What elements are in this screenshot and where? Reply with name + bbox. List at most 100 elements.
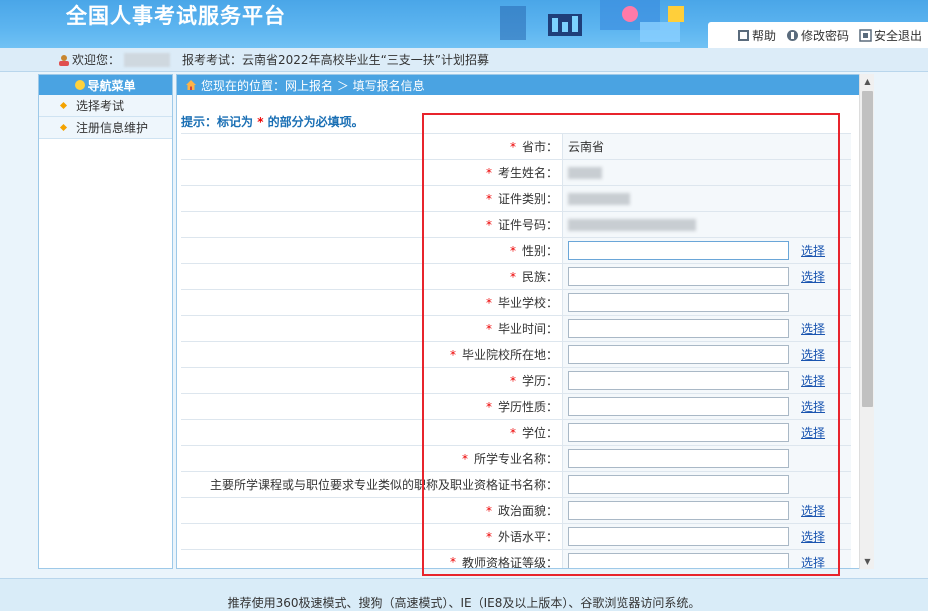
form-row-school: * 毕业学校： xyxy=(181,289,851,315)
form-value: 选择 xyxy=(563,420,851,445)
required-star: * xyxy=(485,165,492,180)
form-label: * 考生姓名： xyxy=(181,160,563,185)
tip-suffix: 的部分为必填项。 xyxy=(267,115,364,129)
sidebar-item-select-exam[interactable]: 选择考试 xyxy=(39,95,172,117)
sidebar-item-registration-info[interactable]: 注册信息维护 xyxy=(39,117,172,139)
registration-form: * 省市： 云南省 * 考生姓名： * 证件类别： * 证件号码： * 性别： 选择 * 民… xyxy=(181,133,851,569)
degree-choose-link[interactable]: 选择 xyxy=(801,424,825,441)
username-redacted xyxy=(124,52,171,67)
form-value xyxy=(563,160,851,185)
required-star: * xyxy=(485,295,492,310)
form-row-major: * 所学专业名称： xyxy=(181,445,851,471)
logout-link-label: 安全退出 xyxy=(873,28,922,43)
scroll-up-arrow-icon[interactable]: ▲ xyxy=(860,74,875,89)
footer: 推荐使用360极速模式、搜狗（高速模式）、IE（IE8及以上版本）、谷歌浏览器访… xyxy=(0,578,928,611)
help-icon xyxy=(737,29,749,41)
form-label: * 学历： xyxy=(181,368,563,393)
courses-certificates-input[interactable] xyxy=(568,475,789,494)
welcome-greeting: 欢迎您： xyxy=(72,53,121,67)
required-star: * xyxy=(509,243,516,258)
graduation-time-input[interactable] xyxy=(568,319,789,338)
logout-icon xyxy=(859,28,872,42)
form-label: * 证件类别： xyxy=(181,186,563,211)
education-choose-link[interactable]: 选择 xyxy=(801,372,825,389)
home-icon xyxy=(186,80,196,90)
major-input[interactable] xyxy=(568,449,789,468)
main-panel: 您现在的位置：网上报名 ＞ 填写报名信息 提示：标记为 * 的部分为必填项。 *… xyxy=(176,74,874,569)
form-row-courses-certificates: 主要所学课程或与职位要求专业类似的职称及职业资格证书名称： xyxy=(181,471,851,497)
bullet-icon xyxy=(59,101,68,110)
political-status-choose-link[interactable]: 选择 xyxy=(801,502,825,519)
nav-menu-icon xyxy=(75,80,86,90)
province-value: 云南省 xyxy=(568,140,605,154)
form-row-school-location: * 毕业院校所在地： 选择 xyxy=(181,341,851,367)
sidebar-item-label: 选择考试 xyxy=(76,99,125,113)
ethnicity-choose-link[interactable]: 选择 xyxy=(801,268,825,285)
form-value xyxy=(563,186,851,211)
sidebar-header: 导航菜单 xyxy=(39,75,172,95)
education-input[interactable] xyxy=(568,371,789,390)
teacher-cert-input[interactable] xyxy=(568,552,789,568)
language-level-choose-link[interactable]: 选择 xyxy=(801,528,825,545)
form-row-gender: * 性别： 选择 xyxy=(181,237,851,263)
teacher-cert-choose-link[interactable]: 选择 xyxy=(801,554,825,569)
label-text: 外语水平： xyxy=(497,530,558,544)
required-star: * xyxy=(485,191,492,206)
form-row-graduation-time: * 毕业时间： 选择 xyxy=(181,315,851,341)
political-status-input[interactable] xyxy=(568,501,789,520)
required-star: * xyxy=(509,373,516,388)
school-location-choose-link[interactable]: 选择 xyxy=(801,346,825,363)
required-star: * xyxy=(485,321,492,336)
form-label: 主要所学课程或与职位要求专业类似的职称及职业资格证书名称： xyxy=(181,472,563,497)
form-label: * 所学专业名称： xyxy=(181,446,563,471)
form-value xyxy=(563,212,851,237)
education-type-input[interactable] xyxy=(568,397,789,416)
required-tip: 提示：标记为 * 的部分为必填项。 xyxy=(181,113,364,130)
site-title: 全国人事考试服务平台 xyxy=(66,4,286,28)
required-star: * xyxy=(509,139,516,154)
main-scrollbar[interactable]: ▲ ▼ xyxy=(859,74,874,569)
label-text: 民族： xyxy=(521,270,558,284)
ethnicity-input[interactable] xyxy=(568,267,789,286)
scroll-down-arrow-icon[interactable]: ▼ xyxy=(860,554,875,569)
scrollbar-thumb[interactable] xyxy=(862,91,873,407)
form-value: 选择 xyxy=(563,238,851,263)
sidebar: 导航菜单 选择考试 注册信息维护 xyxy=(38,74,173,569)
change-password-link[interactable]: 修改密码 xyxy=(786,27,849,44)
label-text: 学历： xyxy=(521,374,558,388)
required-star: * xyxy=(485,217,492,232)
required-star: * xyxy=(461,451,468,466)
welcome-bar: 欢迎您： 报考考试： 云南省2022年高校毕业生“三支一扶”计划招募 xyxy=(0,48,928,72)
header-bar: 全国人事考试服务平台 帮助 修改密码 安全退出 xyxy=(0,0,928,48)
form-label: * 外语水平： xyxy=(181,524,563,549)
gender-input[interactable] xyxy=(568,241,789,260)
education-type-choose-link[interactable]: 选择 xyxy=(801,398,825,415)
degree-input[interactable] xyxy=(568,423,789,442)
label-text: 省市： xyxy=(521,140,558,154)
required-star: * xyxy=(485,399,492,414)
label-text: 考生姓名： xyxy=(497,166,558,180)
form-value: 选择 xyxy=(563,550,851,569)
form-row-education-type: * 学历性质： 选择 xyxy=(181,393,851,419)
school-input[interactable] xyxy=(568,293,789,312)
label-text: 证件号码： xyxy=(497,218,558,232)
form-row-id-number: * 证件号码： xyxy=(181,211,851,237)
help-link[interactable]: 帮助 xyxy=(737,27,776,44)
form-label: * 性别： xyxy=(181,238,563,263)
id-type-redacted xyxy=(568,192,630,205)
logout-link[interactable]: 安全退出 xyxy=(859,27,922,44)
change-password-link-label: 修改密码 xyxy=(800,28,849,43)
school-location-input[interactable] xyxy=(568,345,789,364)
graduation-time-choose-link[interactable]: 选择 xyxy=(801,320,825,337)
tip-star: * xyxy=(257,115,264,129)
label-text: 性别： xyxy=(521,244,558,258)
form-value: 选择 xyxy=(563,342,851,367)
form-row-education: * 学历： 选择 xyxy=(181,367,851,393)
sidebar-title: 导航菜单 xyxy=(87,78,136,93)
breadcrumb: 您现在的位置：网上报名 ＞ 填写报名信息 xyxy=(177,75,873,95)
language-level-input[interactable] xyxy=(568,527,789,546)
required-star: * xyxy=(485,503,492,518)
form-label: * 毕业学校： xyxy=(181,290,563,315)
gender-choose-link[interactable]: 选择 xyxy=(801,242,825,259)
breadcrumb-text: 您现在的位置：网上报名 ＞ 填写报名信息 xyxy=(201,78,425,93)
